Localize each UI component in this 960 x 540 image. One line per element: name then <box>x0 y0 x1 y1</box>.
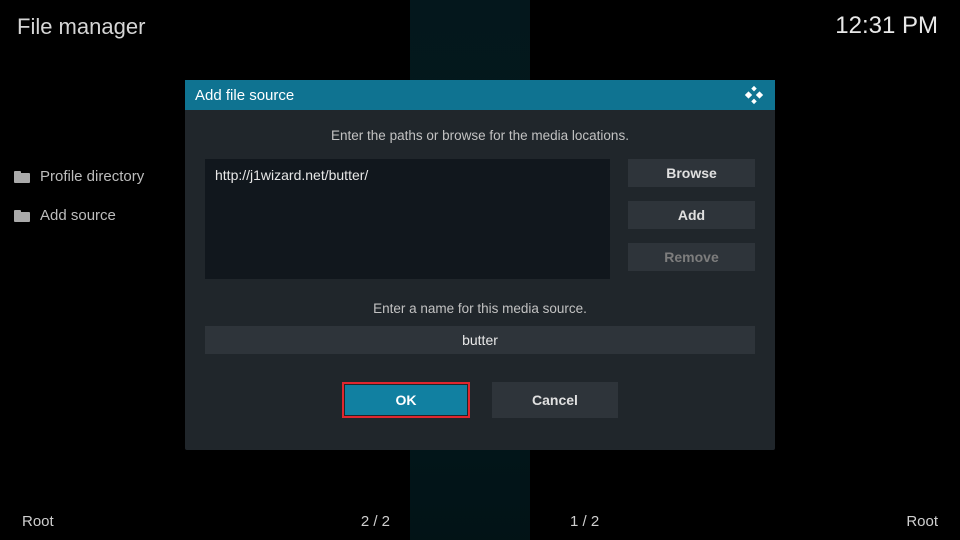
dialog-instruction-name: Enter a name for this media source. <box>205 301 755 316</box>
ok-button[interactable]: OK <box>345 385 467 415</box>
footer-counter-right: 1 / 2 <box>570 513 599 530</box>
add-button[interactable]: Add <box>628 201 755 229</box>
footer-right-label: Root <box>906 513 938 530</box>
path-input[interactable]: http://j1wizard.net/butter/ <box>205 159 610 279</box>
sidebar-item-label: Profile directory <box>40 168 144 185</box>
folder-icon <box>14 171 30 183</box>
path-input-value: http://j1wizard.net/butter/ <box>215 167 368 183</box>
name-input-value: butter <box>462 332 498 348</box>
footer-left-label: Root <box>22 513 54 530</box>
sidebar-item-profile-directory[interactable]: Profile directory <box>14 168 144 185</box>
footer-counter-left: 2 / 2 <box>361 513 390 530</box>
kodi-logo-icon <box>743 84 765 106</box>
remove-button: Remove <box>628 243 755 271</box>
sidebar-item-add-source[interactable]: Add source <box>14 207 144 224</box>
cancel-button[interactable]: Cancel <box>492 382 618 418</box>
ok-button-highlight: OK <box>342 382 470 418</box>
folder-icon <box>14 210 30 222</box>
dialog-instruction-paths: Enter the paths or browse for the media … <box>205 128 755 143</box>
sidebar-item-label: Add source <box>40 207 116 224</box>
dialog-titlebar: Add file source <box>185 80 775 110</box>
dialog-title: Add file source <box>195 87 294 104</box>
clock: 12:31 PM <box>835 12 938 40</box>
sidebar: Profile directory Add source <box>14 168 144 246</box>
add-file-source-dialog: Add file source Enter the paths or brows… <box>185 80 775 450</box>
page-title: File manager <box>17 14 145 40</box>
footer: Root 2 / 2 1 / 2 Root <box>0 513 960 530</box>
browse-button[interactable]: Browse <box>628 159 755 187</box>
name-input[interactable]: butter <box>205 326 755 354</box>
